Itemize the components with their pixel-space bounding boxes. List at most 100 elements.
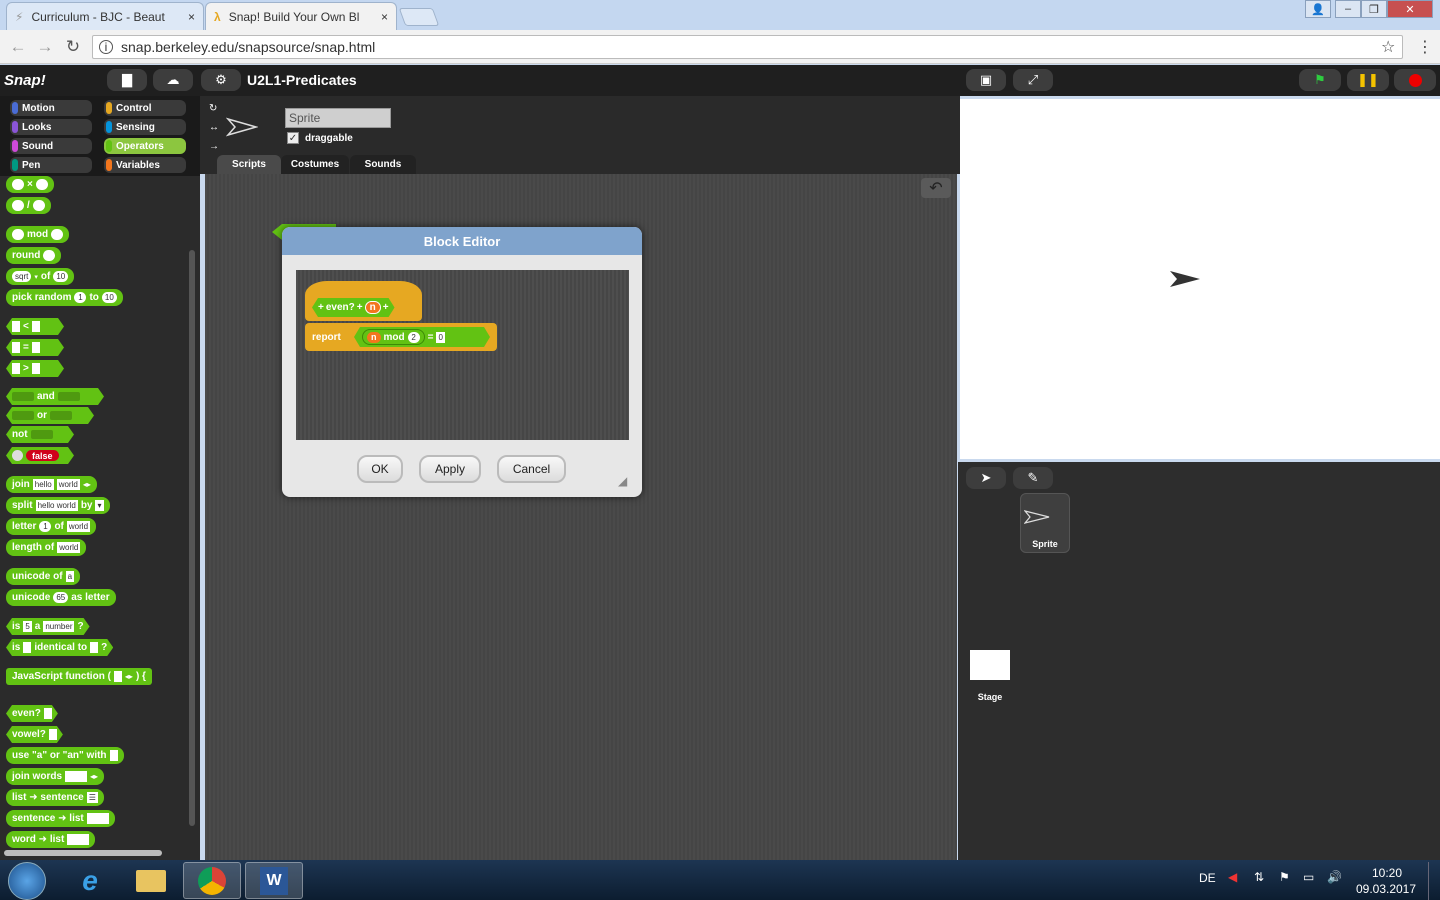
address-bar[interactable]: i snap.berkeley.edu/snapsource/snap.html (92, 35, 1403, 59)
snap-logo[interactable]: Snap! (4, 68, 52, 92)
rotate-icon[interactable]: ↻ (209, 103, 217, 114)
category-pen[interactable]: Pen (10, 157, 92, 173)
equals-block[interactable]: = (6, 339, 64, 356)
user-icon[interactable]: 👤 (1305, 0, 1331, 18)
even-prototype-block[interactable]: + even? + n + (312, 298, 395, 317)
menu-icon[interactable]: ⋮ (1417, 37, 1433, 57)
unicode-of-block[interactable]: unicode of a (6, 568, 81, 585)
param-n[interactable]: n (365, 301, 381, 314)
display-icon[interactable]: ▭ (1303, 870, 1314, 884)
mod-expression[interactable]: n mod 2 (362, 329, 425, 345)
action-center-flag-icon[interactable]: ⚑ (1279, 870, 1290, 884)
greater-than-block[interactable]: > (6, 360, 64, 377)
letter-of-block[interactable]: letter 1 of world (6, 518, 97, 535)
less-than-block[interactable]: < (6, 318, 64, 335)
stage-thumbnail[interactable] (970, 650, 1010, 680)
tab-sounds[interactable]: Sounds (350, 155, 416, 174)
arrows-icon[interactable]: ◂▸ (83, 480, 91, 489)
sqrt-of-block[interactable]: sqrt ▾ of 10 (6, 268, 75, 285)
tab-curriculum[interactable]: ⚡ Curriculum - BJC - Beaut × (6, 2, 204, 30)
internet-explorer-icon[interactable]: e (61, 862, 119, 899)
reload-icon[interactable]: ↻ (63, 36, 83, 58)
volume-icon[interactable]: 🔊 (1327, 870, 1342, 884)
flip-icon[interactable]: ↔ (209, 122, 219, 133)
info-icon[interactable]: i (99, 40, 113, 54)
equals-expression[interactable]: n mod 2 = 0 (354, 327, 490, 347)
dropdown-arrow-icon[interactable]: ▾ (34, 273, 38, 281)
pause-icon[interactable]: ❚❚ (1347, 69, 1389, 91)
divide-block[interactable]: / (6, 197, 51, 214)
undo-icon[interactable]: ↶ (921, 178, 951, 198)
mod-block[interactable]: mod (6, 226, 70, 243)
network-icon[interactable]: ⇅ (1254, 870, 1264, 884)
category-operators[interactable]: Operators (104, 138, 186, 154)
tab-close-icon[interactable]: × (381, 10, 388, 24)
clock-time[interactable]: 10:20 (1360, 866, 1414, 880)
divisor-input[interactable]: 2 (408, 332, 420, 343)
sentence-to-list-block[interactable]: sentence ➜ list (6, 810, 115, 827)
cancel-button[interactable]: Cancel (497, 455, 566, 483)
draggable-checkbox[interactable]: ✓ (287, 132, 299, 144)
gear-icon[interactable]: ⚙ (201, 69, 241, 91)
join-block[interactable]: join hello world ◂▸ (6, 476, 97, 493)
paint-brush-icon[interactable]: ✎ (1013, 467, 1053, 489)
apply-button[interactable]: Apply (419, 455, 481, 483)
palette-horizontal-scrollbar[interactable] (4, 850, 162, 856)
round-block[interactable]: round (6, 247, 62, 264)
ok-button[interactable]: OK (357, 455, 403, 483)
category-motion[interactable]: Motion (10, 100, 92, 116)
no-rotate-icon[interactable]: → (209, 141, 219, 152)
pick-random-block[interactable]: pick random 1 to 10 (6, 289, 123, 306)
fullscreen-icon[interactable]: ⤢ (1013, 69, 1053, 91)
boolean-false-block[interactable]: false (6, 447, 74, 464)
tab-costumes[interactable]: Costumes (281, 155, 349, 174)
language-indicator[interactable]: DE (1199, 871, 1216, 885)
word-icon[interactable]: W (245, 862, 303, 899)
clock-date[interactable]: 09.03.2017 (1354, 882, 1418, 896)
category-sensing[interactable]: Sensing (104, 119, 186, 135)
tab-close-icon[interactable]: × (188, 10, 195, 24)
speaker-alert-icon[interactable]: ◀ (1228, 870, 1237, 884)
and-block[interactable]: and (6, 388, 104, 405)
back-icon[interactable]: ← (8, 36, 28, 58)
cloud-icon[interactable]: ☁ (153, 69, 193, 91)
vowel-block[interactable]: vowel? (6, 726, 63, 743)
minimize-button[interactable]: – (1335, 0, 1361, 18)
is-identical-block[interactable]: is identical to? (6, 639, 113, 656)
file-explorer-icon[interactable] (122, 862, 180, 899)
palette-scrollbar[interactable] (189, 250, 195, 826)
list-to-sentence-block[interactable]: list ➜ sentence ☰ (6, 789, 104, 806)
tab-scripts[interactable]: Scripts (217, 155, 281, 174)
unicode-as-letter-block[interactable]: unicode 65 as letter (6, 589, 116, 606)
restore-button[interactable]: ❐ (1361, 0, 1387, 18)
category-sound[interactable]: Sound (10, 138, 92, 154)
word-to-list-block[interactable]: word ➜ list (6, 831, 96, 848)
chrome-icon[interactable] (183, 862, 241, 899)
times-block[interactable]: × (6, 176, 54, 193)
stage-sprite-arrow-icon[interactable] (1169, 270, 1201, 288)
file-icon[interactable]: ▇ (107, 69, 147, 91)
tab-snap[interactable]: λ Snap! Build Your Own Bl × (205, 2, 397, 30)
join-words-block[interactable]: join words ◂▸ (6, 768, 105, 785)
use-a-an-block[interactable]: use "a" or "an" with (6, 747, 124, 764)
normal-stage-icon[interactable]: ▣ (966, 69, 1006, 91)
is-a-number-block[interactable]: is 5 a number? (6, 618, 90, 635)
stop-icon[interactable] (1394, 69, 1436, 91)
sprite-name-field[interactable]: Sprite (285, 108, 391, 128)
var-n[interactable]: n (367, 332, 381, 343)
javascript-function-block[interactable]: JavaScript function (◂▸) { (6, 668, 152, 685)
forward-icon[interactable]: → (35, 36, 55, 58)
bookmark-star-icon[interactable]: ☆ (1381, 37, 1395, 57)
even-block[interactable]: even? (6, 705, 58, 722)
close-window-button[interactable]: ✕ (1387, 0, 1433, 18)
category-control[interactable]: Control (104, 100, 186, 116)
show-desktop-button[interactable] (1428, 862, 1440, 900)
not-block[interactable]: not (6, 426, 74, 443)
split-block[interactable]: split hello world by ▾ (6, 497, 110, 514)
length-of-block[interactable]: length of world (6, 539, 87, 556)
resize-handle-icon[interactable]: ◢ (618, 474, 627, 488)
green-flag-icon[interactable]: ⚑ (1299, 69, 1341, 91)
or-block[interactable]: or (6, 407, 94, 424)
new-tab-button[interactable] (398, 8, 440, 26)
block-editor-title[interactable]: Block Editor (282, 227, 642, 255)
